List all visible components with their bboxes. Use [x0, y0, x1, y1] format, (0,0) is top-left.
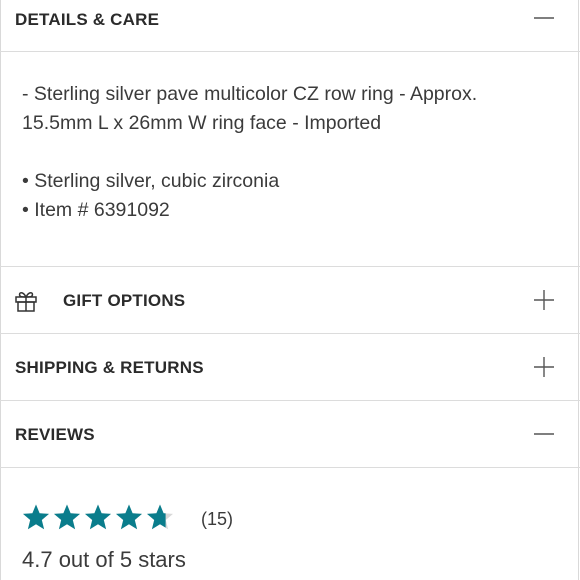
gift-options-header[interactable]: GIFT OPTIONS [0, 267, 580, 334]
material-bullet: • Sterling silver, cubic zirconia [22, 170, 280, 192]
star-icon [53, 503, 81, 531]
item-number-bullet: • Item # 6391092 [22, 199, 170, 221]
minus-icon[interactable] [534, 8, 554, 28]
plus-icon[interactable] [534, 290, 554, 310]
reviews-header[interactable]: REVIEWS [0, 401, 580, 468]
star-icon [146, 503, 174, 531]
details-care-header[interactable]: DETAILS & CARE [0, 0, 580, 52]
description-line: 15.5mm L x 26mm W ring face - Imported [22, 112, 382, 134]
minus-icon[interactable] [534, 424, 554, 444]
star-icon [84, 503, 112, 531]
gift-options-title: GIFT OPTIONS [63, 291, 186, 310]
description-line: - Sterling silver pave multicolor CZ row… [22, 83, 478, 105]
shipping-returns-header[interactable]: SHIPPING & RETURNS [0, 334, 580, 401]
details-care-body: - Sterling silver pave multicolor CZ row… [22, 80, 562, 225]
reviews-title: REVIEWS [15, 425, 95, 444]
shipping-returns-title: SHIPPING & RETURNS [15, 358, 204, 377]
star-icon [22, 503, 50, 531]
star-icon [115, 503, 143, 531]
rating-summary: 4.7 out of 5 stars [22, 547, 186, 572]
gift-icon [14, 289, 38, 313]
plus-icon[interactable] [534, 357, 554, 377]
star-rating[interactable] [22, 503, 174, 531]
details-care-title: DETAILS & CARE [15, 10, 160, 29]
review-count[interactable]: (15) [201, 509, 233, 530]
